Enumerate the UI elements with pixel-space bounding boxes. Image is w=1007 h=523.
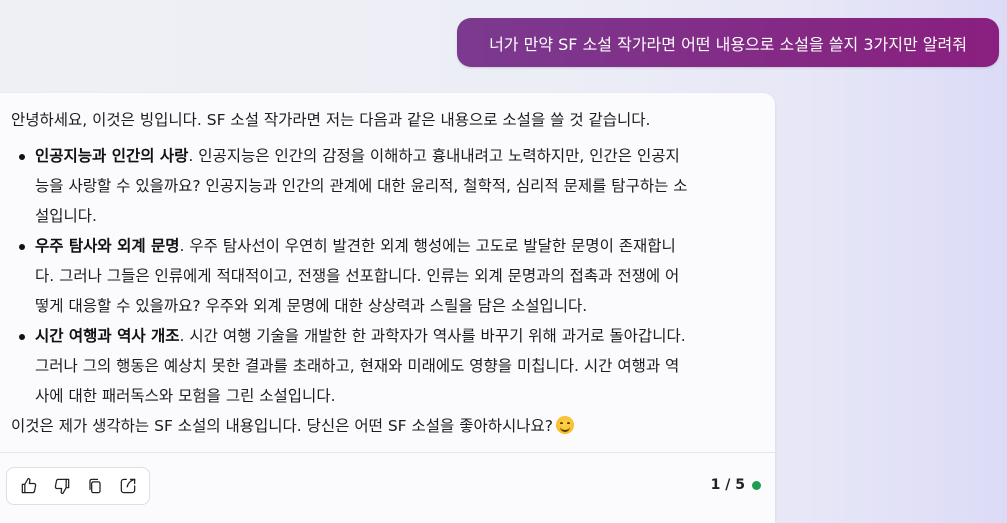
list-item-title: 인공지능과 인간의 사랑 bbox=[35, 147, 189, 165]
list-item-text: . 인공지능은 인간의 감정을 이해하고 흉내내려고 노력하지만, 인간은 인공… bbox=[188, 147, 680, 165]
list-item-line: 능을 사랑할 수 있을까요? 인공지능과 인간의 관계에 대한 윤리적, 철학적… bbox=[35, 177, 688, 195]
copy-icon bbox=[88, 478, 101, 494]
bullet-dot bbox=[19, 244, 25, 250]
thumbs-up-icon bbox=[21, 477, 36, 494]
closing-text: 이것은 제가 생각하는 SF 소설의 내용입니다. 당신은 어떤 SF 소설을 … bbox=[11, 417, 553, 435]
list-item-title: 시간 여행과 역사 개조 bbox=[35, 327, 180, 345]
list-item-line: 시간 여행과 역사 개조. 시간 여행 기술을 개발한 한 과학자가 역사를 바… bbox=[35, 321, 759, 351]
user-message-bubble: 너가 만약 SF 소설 작가라면 어떤 내용으로 소설을 쓸지 3가지만 알려줘 bbox=[457, 18, 999, 67]
user-message-text: 너가 만약 SF 소설 작가라면 어떤 내용으로 소설을 쓸지 3가지만 알려줘 bbox=[489, 34, 967, 54]
response-content: 안녕하세요, 이것은 빙입니다. SF 소설 작가라면 저는 다음과 같은 내용… bbox=[0, 93, 775, 441]
list-item-line: 떻게 대응할 수 있을까요? 우주와 외계 문명에 대한 상상력과 스릴을 담은… bbox=[35, 297, 588, 315]
list-item-line: 사에 대한 패러독스와 모험을 그린 소설입니다. bbox=[35, 387, 336, 405]
like-button[interactable] bbox=[13, 471, 44, 501]
bot-response-card: 안녕하세요, 이것은 빙입니다. SF 소설 작가라면 저는 다음과 같은 내용… bbox=[0, 93, 775, 523]
list-item-title: 우주 탐사와 외계 문명 bbox=[35, 237, 180, 255]
response-intro: 안녕하세요, 이것은 빙입니다. SF 소설 작가라면 저는 다음과 같은 내용… bbox=[11, 111, 651, 129]
share-icon bbox=[120, 478, 135, 494]
list-item: 인공지능과 인간의 사랑. 인공지능은 인간의 감정을 이해하고 흉내내려고 노… bbox=[11, 141, 759, 231]
copy-button[interactable] bbox=[79, 471, 110, 501]
bullet-dot bbox=[19, 154, 25, 160]
list-item-text: . 시간 여행 기술을 개발한 한 과학자가 역사를 바꾸기 위해 과거로 돌아… bbox=[179, 327, 686, 345]
response-pagination: 1 / 5 bbox=[711, 477, 761, 493]
list-item-line: 우주 탐사와 외계 문명. 우주 탐사선이 우연히 발견한 외계 행성에는 고도… bbox=[35, 231, 759, 261]
list-item-line: 인공지능과 인간의 사랑. 인공지능은 인간의 감정을 이해하고 흉내내려고 노… bbox=[35, 141, 759, 171]
status-dot-icon bbox=[752, 480, 761, 490]
card-divider bbox=[0, 452, 775, 453]
list-item-line: 다. 그러나 그들은 인류에게 적대적이고, 전쟁을 선포합니다. 인류는 외계… bbox=[35, 267, 680, 285]
list-item-line: 설입니다. bbox=[35, 207, 97, 225]
response-actions bbox=[6, 467, 150, 505]
bullet-dot bbox=[19, 334, 25, 340]
list-item: 우주 탐사와 외계 문명. 우주 탐사선이 우연히 발견한 외계 행성에는 고도… bbox=[11, 231, 759, 321]
thumbs-down-icon bbox=[54, 478, 69, 495]
response-closing: 이것은 제가 생각하는 SF 소설의 내용입니다. 당신은 어떤 SF 소설을 … bbox=[11, 411, 759, 441]
list-item: 시간 여행과 역사 개조. 시간 여행 기술을 개발한 한 과학자가 역사를 바… bbox=[11, 321, 759, 411]
response-list: 인공지능과 인간의 사랑. 인공지능은 인간의 감정을 이해하고 흉내내려고 노… bbox=[11, 141, 759, 411]
smiling-face-icon bbox=[556, 416, 574, 434]
dislike-button[interactable] bbox=[46, 471, 77, 501]
page-counter-label: 1 / 5 bbox=[710, 477, 745, 493]
share-button[interactable] bbox=[112, 471, 143, 501]
list-item-text: . 우주 탐사선이 우연히 발견한 외계 행성에는 고도로 발달한 문명이 존재… bbox=[179, 237, 676, 255]
list-item-line: 그러나 그의 행동은 예상치 못한 결과를 초래하고, 현재와 미래에도 영향을… bbox=[35, 357, 680, 375]
